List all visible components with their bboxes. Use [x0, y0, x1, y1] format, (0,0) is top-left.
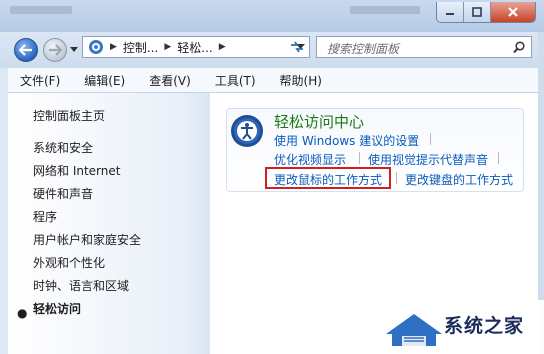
- breadcrumb-separator-icon: ▶: [110, 42, 117, 52]
- forward-button[interactable]: [43, 38, 67, 62]
- search-placeholder: 搜索控制面板: [327, 42, 400, 56]
- control-panel-window: ▶ 控制... ▶ 轻松... ▶ 搜索控制面板 文件(F) 编辑(E) 查看(…: [0, 0, 544, 354]
- refresh-icon[interactable]: [288, 40, 306, 54]
- search-box[interactable]: 搜索控制面板: [316, 36, 532, 58]
- ease-of-access-icon: [231, 115, 263, 147]
- minimize-icon: [446, 13, 454, 15]
- sidebar-item-system-security[interactable]: 系统和安全: [33, 139, 93, 156]
- sidebar-item-programs[interactable]: 程序: [33, 208, 57, 225]
- optimize-display-link[interactable]: 优化视频显示: [274, 151, 346, 168]
- highlight-box: [265, 167, 391, 189]
- keyboard-settings-link[interactable]: 更改键盘的工作方式: [405, 171, 513, 188]
- sidebar-item-clock-language[interactable]: 时钟、语言和区域: [33, 277, 129, 294]
- maximize-icon: [472, 7, 482, 17]
- windows-recommended-settings-link[interactable]: 使用 Windows 建议的设置: [274, 132, 419, 149]
- link-separator: [430, 133, 431, 145]
- title-bar: [0, 0, 544, 32]
- arrow-left-icon: [19, 44, 32, 56]
- maximize-button[interactable]: [464, 2, 491, 22]
- minimize-button[interactable]: [437, 2, 464, 22]
- sidebar-item-hardware-sound[interactable]: 硬件和声音: [33, 185, 93, 202]
- navigation-bar: ▶ 控制... ▶ 轻松... ▶ 搜索控制面板: [0, 32, 544, 68]
- menu-bar: 文件(F) 编辑(E) 查看(V) 工具(T) 帮助(H): [8, 68, 538, 93]
- menu-view[interactable]: 查看(V): [135, 72, 201, 89]
- visual-alternatives-link[interactable]: 使用视觉提示代替声音: [368, 151, 488, 168]
- recent-pages-dropdown-icon[interactable]: [70, 47, 78, 53]
- link-separator: [396, 172, 397, 184]
- search-icon[interactable]: [513, 41, 525, 54]
- sidebar-item-appearance[interactable]: 外观和个性化: [33, 254, 105, 271]
- sidebar-item-ease-of-access[interactable]: 轻松访问: [33, 300, 81, 317]
- blurred-title-right: [350, 6, 420, 14]
- menu-help[interactable]: 帮助(H): [266, 72, 332, 89]
- arrow-right-icon: [49, 44, 62, 56]
- control-panel-icon: [89, 40, 103, 54]
- menu-tools[interactable]: 工具(T): [201, 72, 266, 89]
- link-separator: [359, 152, 360, 164]
- ease-of-access-center-title[interactable]: 轻松访问中心: [274, 111, 364, 132]
- breadcrumb-separator-icon: ▶: [164, 42, 172, 52]
- window-controls: [436, 2, 536, 23]
- sidebar-item-home[interactable]: 控制面板主页: [33, 107, 105, 124]
- breadcrumb-ease-of-access[interactable]: 轻松...: [177, 39, 212, 56]
- back-button[interactable]: [14, 38, 38, 62]
- menu-edit[interactable]: 编辑(E): [70, 72, 135, 89]
- blurred-title: [10, 6, 72, 14]
- breadcrumb-separator-icon: ▶: [218, 42, 226, 52]
- link-separator: [498, 152, 499, 164]
- close-button[interactable]: [491, 2, 535, 22]
- sidebar-item-network-internet[interactable]: 网络和 Internet: [33, 162, 120, 179]
- menu-file[interactable]: 文件(F): [8, 72, 70, 89]
- sidebar-item-user-accounts[interactable]: 用户帐户和家庭安全: [33, 231, 141, 248]
- watermark-text: 系统之家: [444, 315, 525, 337]
- close-icon: [508, 7, 518, 17]
- breadcrumb-control-panel[interactable]: 控制...: [123, 39, 158, 56]
- address-bar[interactable]: ▶ 控制... ▶ 轻松... ▶: [82, 36, 310, 58]
- current-item-bullet-icon: ●: [17, 306, 28, 320]
